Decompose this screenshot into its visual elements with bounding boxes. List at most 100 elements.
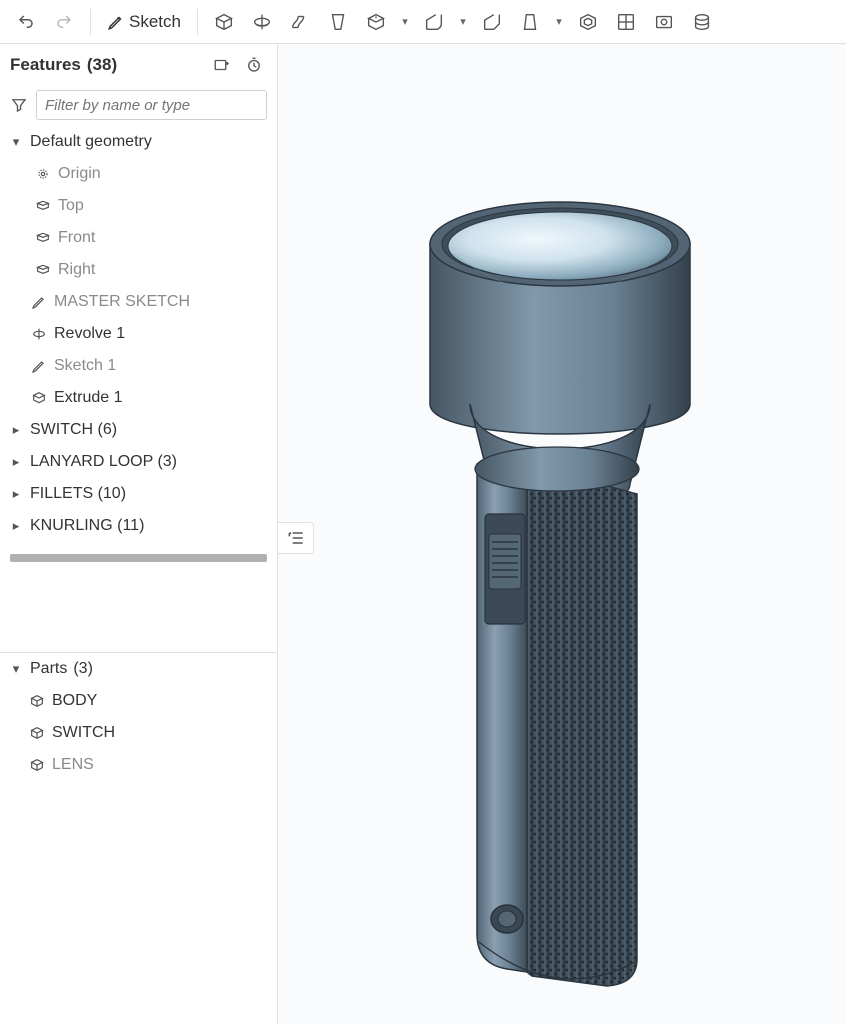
sketch-button[interactable]: Sketch — [99, 4, 189, 40]
parts-title: Parts — [30, 660, 67, 678]
features-title: Features — [10, 55, 81, 75]
feature-label: Front — [58, 229, 95, 247]
list-icon — [286, 528, 306, 548]
feature-label: Top — [58, 197, 84, 215]
rollback-button[interactable] — [241, 52, 267, 78]
fillet-dropdown[interactable]: ▾ — [454, 4, 472, 40]
parts-header[interactable]: ▾ Parts (3) — [0, 653, 277, 685]
part-icon — [28, 757, 46, 773]
feature-tree-panel: Features (38) ▾ Default geometry Origin Top… — [0, 44, 278, 1024]
chevron-down-icon: ▾ — [8, 661, 24, 677]
sketch-icon — [30, 294, 48, 310]
revolve-icon — [251, 11, 273, 33]
feature-row[interactable]: ▸ FILLETS (10) — [0, 478, 277, 510]
chevron-right-icon: ▸ — [8, 518, 24, 534]
loft-icon — [327, 11, 349, 33]
feature-row[interactable]: Revolve 1 — [0, 318, 277, 350]
hole-icon — [653, 11, 675, 33]
toolbar-separator — [90, 9, 91, 35]
draft-tool-button[interactable] — [512, 4, 548, 40]
toolbar-separator — [197, 9, 198, 35]
chevron-down-icon: ▾ — [8, 134, 24, 150]
feature-row[interactable]: ▸ KNURLING (11) — [0, 510, 277, 542]
feature-label: MASTER SKETCH — [54, 293, 190, 311]
main-toolbar: Sketch ▾ ▾ ▾ — [0, 0, 846, 44]
feature-label: Default geometry — [30, 133, 152, 151]
extrude-tool-button[interactable] — [206, 4, 242, 40]
thicken-dropdown[interactable]: ▾ — [396, 4, 414, 40]
plane-icon — [34, 262, 52, 278]
features-count: (38) — [87, 55, 117, 75]
feature-row[interactable]: Sketch 1 — [0, 350, 277, 382]
flashlight-model — [278, 44, 846, 1024]
revolve-tool-button[interactable] — [244, 4, 280, 40]
pattern-icon — [691, 11, 713, 33]
origin-icon — [34, 166, 52, 182]
pattern-tool-button[interactable] — [684, 4, 720, 40]
part-row[interactable]: SWITCH — [0, 717, 277, 749]
fillet-icon — [423, 11, 445, 33]
feature-label: Extrude 1 — [54, 389, 122, 407]
chamfer-tool-button[interactable] — [474, 4, 510, 40]
part-row[interactable]: LENS — [0, 749, 277, 781]
redo-icon — [55, 13, 73, 31]
stopwatch-icon — [245, 56, 263, 74]
part-label: BODY — [52, 692, 97, 710]
feature-label: LANYARD LOOP (3) — [30, 453, 177, 471]
chevron-down-icon: ▾ — [460, 15, 466, 28]
feature-label: Right — [58, 261, 95, 279]
undo-button[interactable] — [8, 4, 44, 40]
shell-tool-button[interactable] — [570, 4, 606, 40]
rib-icon — [615, 11, 637, 33]
feature-row[interactable]: ▸SWITCH (6) — [0, 414, 277, 446]
redo-button[interactable] — [46, 4, 82, 40]
chevron-right-icon: ▸ — [8, 486, 24, 502]
3d-viewport[interactable] — [278, 44, 846, 1024]
feature-row[interactable]: ▸ LANYARD LOOP (3) — [0, 446, 277, 478]
part-row[interactable]: BODY — [0, 685, 277, 717]
chevron-right-icon: ▸ — [8, 422, 24, 438]
feature-row[interactable]: Front — [0, 222, 277, 254]
part-label: LENS — [52, 756, 94, 774]
parts-count: (3) — [73, 660, 93, 678]
funnel-icon — [10, 96, 28, 114]
part-icon — [28, 693, 46, 709]
feature-row[interactable]: Extrude 1 — [0, 382, 277, 414]
extrude-icon — [213, 11, 235, 33]
loft-tool-button[interactable] — [320, 4, 356, 40]
feature-label: FILLETS (10) — [30, 485, 126, 503]
feature-row[interactable]: ▾ Default geometry — [0, 126, 277, 158]
main-area: Features (38) ▾ Default geometry Origin Top… — [0, 44, 846, 1024]
filter-button[interactable] — [10, 96, 28, 114]
part-icon — [28, 725, 46, 741]
feature-row[interactable]: Top — [0, 190, 277, 222]
feature-row[interactable]: Origin — [0, 158, 277, 190]
filter-input[interactable] — [36, 90, 267, 120]
feature-row[interactable]: MASTER SKETCH — [0, 286, 277, 318]
hole-tool-button[interactable] — [646, 4, 682, 40]
thicken-icon — [365, 11, 387, 33]
chevron-down-icon: ▾ — [402, 15, 408, 28]
sweep-icon — [289, 11, 311, 33]
feature-label: Revolve 1 — [54, 325, 125, 343]
sketch-icon — [30, 358, 48, 374]
chevron-down-icon: ▾ — [556, 15, 562, 28]
feature-row[interactable]: Right — [0, 254, 277, 286]
sketch-label: Sketch — [129, 12, 181, 32]
thicken-tool-button[interactable] — [358, 4, 394, 40]
add-feature-button[interactable] — [209, 52, 235, 78]
chevron-right-icon: ▸ — [8, 454, 24, 470]
fillet-tool-button[interactable] — [416, 4, 452, 40]
draft-icon — [519, 11, 541, 33]
rib-tool-button[interactable] — [608, 4, 644, 40]
revolve-icon — [30, 326, 48, 342]
sweep-tool-button[interactable] — [282, 4, 318, 40]
chamfer-icon — [481, 11, 503, 33]
feature-tree: ▾ Default geometry Origin Top Front Right MAST… — [0, 126, 277, 550]
rollback-bar[interactable] — [10, 554, 267, 562]
folder-plus-icon — [213, 56, 231, 74]
feature-label: KNURLING (11) — [30, 517, 144, 535]
pencil-icon — [107, 13, 125, 31]
panel-collapse-button[interactable] — [278, 522, 314, 554]
draft-dropdown[interactable]: ▾ — [550, 4, 568, 40]
